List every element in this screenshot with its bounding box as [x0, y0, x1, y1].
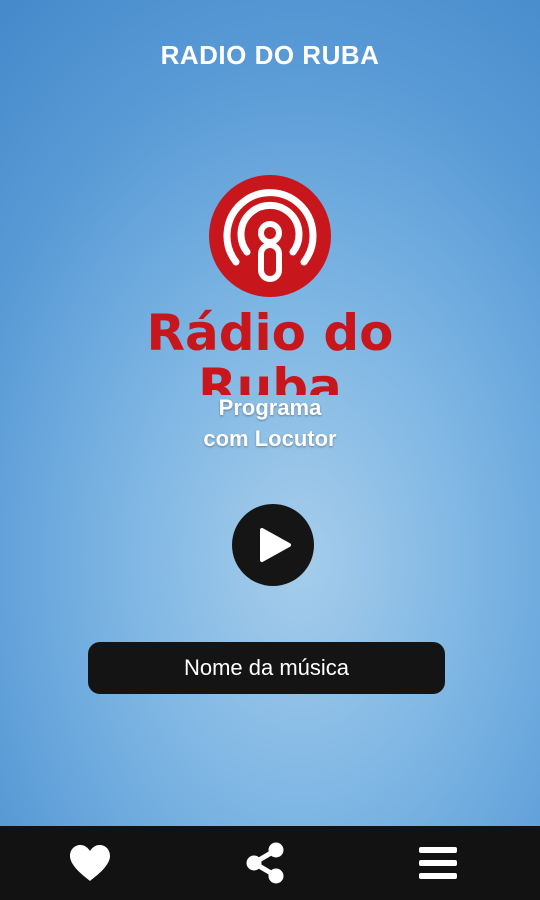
play-icon — [260, 528, 291, 562]
song-name-display: Nome da música — [88, 642, 445, 694]
share-icon — [246, 842, 284, 884]
favorite-button[interactable] — [30, 826, 150, 900]
logo-text-line-1: Rádio do — [146, 304, 394, 362]
share-button[interactable] — [205, 826, 325, 900]
radio-player-screen: RADIO DO RUBA Rádio do Ruba Programa com… — [0, 0, 540, 900]
program-label-line-1: Programa — [218, 395, 322, 420]
menu-icon — [419, 847, 457, 879]
program-label-line-2: com Locutor — [203, 426, 337, 451]
podcast-broadcast-icon — [209, 175, 331, 297]
menu-button[interactable] — [378, 826, 498, 900]
app-title: RADIO DO RUBA — [160, 40, 380, 70]
heart-icon — [70, 845, 110, 881]
bottom-navigation-bar — [0, 826, 540, 900]
play-button[interactable] — [232, 504, 314, 586]
logo-text-line-2: Ruba — [198, 358, 342, 395]
